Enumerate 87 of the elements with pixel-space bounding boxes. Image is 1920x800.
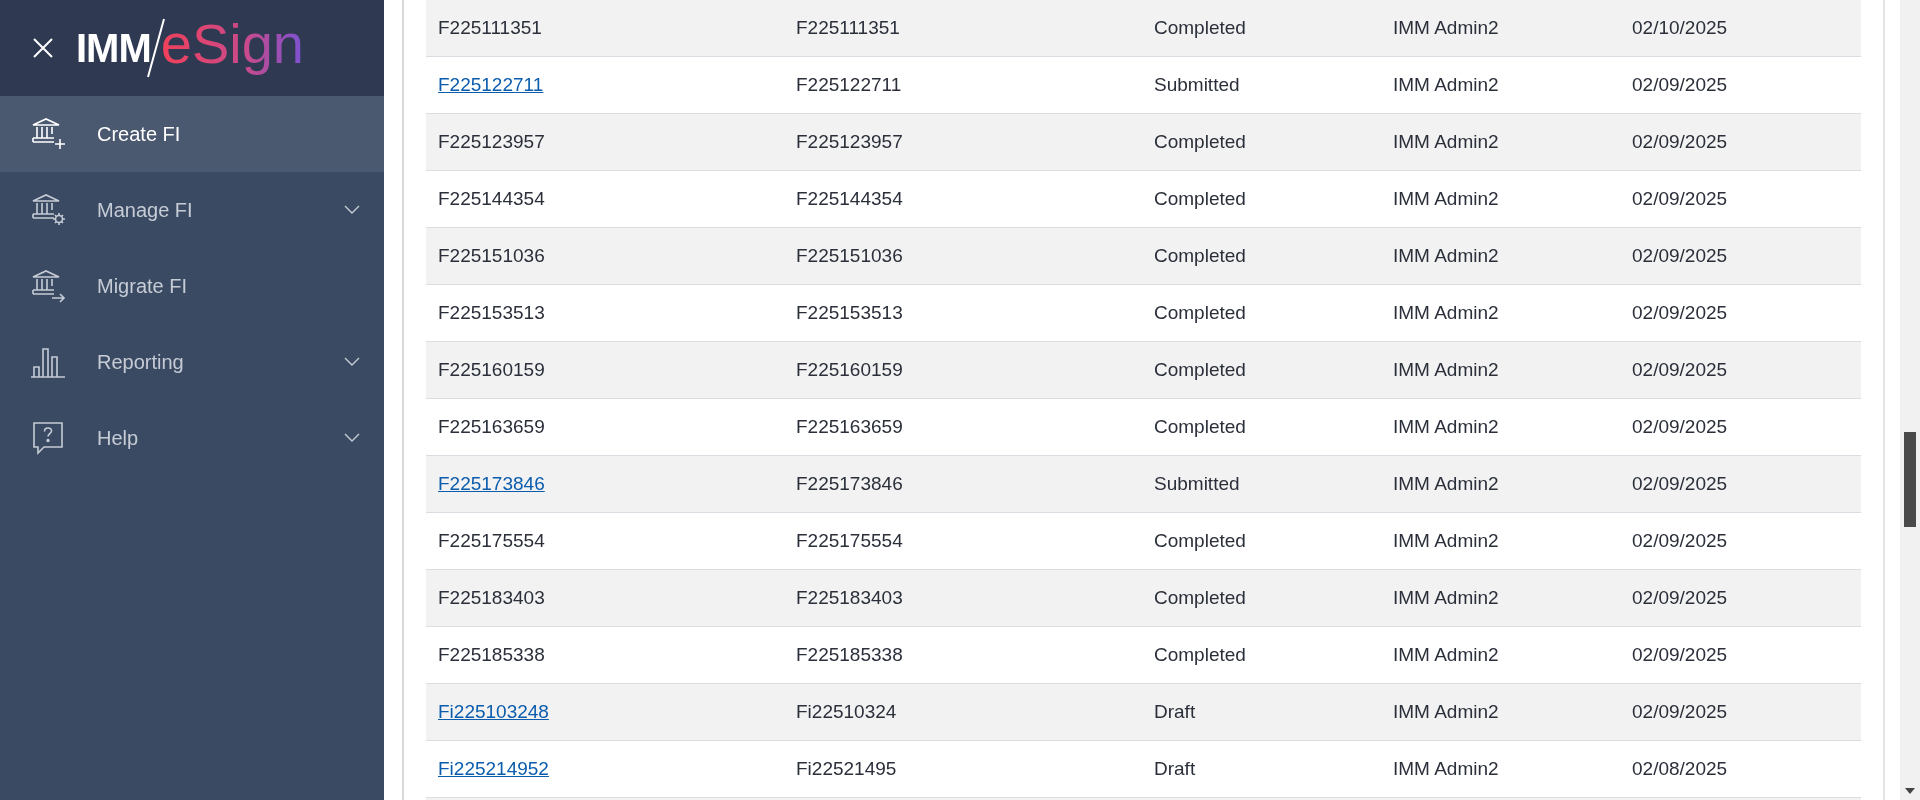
table-cell: IMM Admin2 xyxy=(1393,644,1499,665)
table-cell: Completed xyxy=(1154,302,1246,323)
table-cell: IMM Admin2 xyxy=(1393,473,1499,494)
table-cell: Completed xyxy=(1154,530,1246,551)
bank-plus-icon xyxy=(30,116,66,152)
table-cell: IMM Admin2 xyxy=(1393,302,1499,323)
scrollbar[interactable] xyxy=(1900,0,1920,800)
table-cell: IMM Admin2 xyxy=(1393,530,1499,551)
table-cell: 02/09/2025 xyxy=(1632,188,1728,209)
table-cell: F225175554 xyxy=(438,530,545,551)
table-cell: F225123957 xyxy=(438,131,545,152)
table-cell: 02/09/2025 xyxy=(1632,302,1728,323)
record-link[interactable]: F225122711 xyxy=(438,74,544,95)
table-cell: 02/09/2025 xyxy=(1632,530,1728,551)
record-link[interactable]: Fi225103248 xyxy=(438,701,549,722)
table-cell: 02/09/2025 xyxy=(1632,416,1728,437)
table-cell: 02/09/2025 xyxy=(1632,587,1728,608)
table-cell: IMM Admin2 xyxy=(1393,74,1499,95)
scrollbar-thumb[interactable] xyxy=(1904,432,1916,527)
table-cell: Draft xyxy=(1154,701,1196,722)
table-cell: 02/10/2025 xyxy=(1632,17,1728,38)
table-cell: F225163659 xyxy=(796,416,903,437)
table-cell: Draft xyxy=(1154,758,1196,779)
table-cell: Completed xyxy=(1154,131,1246,152)
nav-item[interactable]: Help xyxy=(0,400,384,476)
table-cell: IMM Admin2 xyxy=(1393,131,1499,152)
close-icon[interactable] xyxy=(32,37,54,59)
table-cell: Fi22521495 xyxy=(796,758,897,779)
scroll-down-icon[interactable] xyxy=(1905,788,1915,794)
table-cell: Submitted xyxy=(1154,473,1240,494)
record-link[interactable]: Fi225214952 xyxy=(438,758,549,779)
table-cell: F225153513 xyxy=(796,302,903,323)
table-cell: F225173846 xyxy=(796,473,903,494)
table-cell: IMM Admin2 xyxy=(1393,416,1499,437)
table-cell: Completed xyxy=(1154,17,1246,38)
table-cell: Completed xyxy=(1154,359,1246,380)
table-cell: Completed xyxy=(1154,188,1246,209)
table-cell: F225185338 xyxy=(796,644,903,665)
table-cell: IMM Admin2 xyxy=(1393,359,1499,380)
table-cell: Fi22510324 xyxy=(796,701,897,722)
bank-gear-icon xyxy=(30,192,66,228)
table-cell: F225185338 xyxy=(438,644,545,665)
table-cell: F225111351 xyxy=(438,17,542,38)
table-cell: IMM Admin2 xyxy=(1393,17,1499,38)
table-cell: IMM Admin2 xyxy=(1393,758,1499,779)
table-cell: F225163659 xyxy=(438,416,545,437)
record-link[interactable]: F225173846 xyxy=(438,473,545,494)
table-cell: 02/09/2025 xyxy=(1632,74,1728,95)
nav-item[interactable]: Manage FI xyxy=(0,172,384,248)
table-cell: IMM Admin2 xyxy=(1393,587,1499,608)
table-cell: 02/09/2025 xyxy=(1632,701,1728,722)
table-cell: Completed xyxy=(1154,416,1246,437)
table-cell: F225183403 xyxy=(796,587,903,608)
table-cell: Completed xyxy=(1154,245,1246,266)
table-cell: IMM Admin2 xyxy=(1393,245,1499,266)
nav-item[interactable]: Reporting xyxy=(0,324,384,400)
table-cell: Submitted xyxy=(1154,74,1240,95)
logo-text: IMM xyxy=(76,25,151,71)
table-cell: F225183403 xyxy=(438,587,545,608)
table-cell: F225175554 xyxy=(796,530,903,551)
table-cell: F225122711 xyxy=(796,74,902,95)
nav-item[interactable]: Migrate FI xyxy=(0,248,384,324)
table-cell: F225160159 xyxy=(438,359,545,380)
table-cell: F225123957 xyxy=(796,131,903,152)
table-cell: F225160159 xyxy=(796,359,903,380)
table-cell: F225151036 xyxy=(796,245,903,266)
chevron-down-icon xyxy=(344,357,360,367)
table-cell: 02/09/2025 xyxy=(1632,131,1728,152)
bank-arrow-icon xyxy=(30,268,66,304)
table-cell: 02/09/2025 xyxy=(1632,473,1728,494)
chevron-down-icon xyxy=(344,205,360,215)
table-cell: F225144354 xyxy=(796,188,903,209)
table-cell: IMM Admin2 xyxy=(1393,701,1499,722)
nav-item[interactable]: Create FI xyxy=(0,96,384,172)
table-cell: 02/09/2025 xyxy=(1632,644,1728,665)
table-cell: F225151036 xyxy=(438,245,545,266)
table-cell: Completed xyxy=(1154,587,1246,608)
table-cell: 02/09/2025 xyxy=(1632,245,1728,266)
table-cell: Completed xyxy=(1154,644,1246,665)
help-icon xyxy=(30,420,66,456)
table-cell: F225144354 xyxy=(438,188,545,209)
table-cell: IMM Admin2 xyxy=(1393,188,1499,209)
table-cell: F225153513 xyxy=(438,302,545,323)
table-cell: 02/08/2025 xyxy=(1632,758,1728,779)
table-cell: F225111351 xyxy=(796,17,900,38)
table-cell: 02/09/2025 xyxy=(1632,359,1728,380)
chevron-down-icon xyxy=(344,433,360,443)
